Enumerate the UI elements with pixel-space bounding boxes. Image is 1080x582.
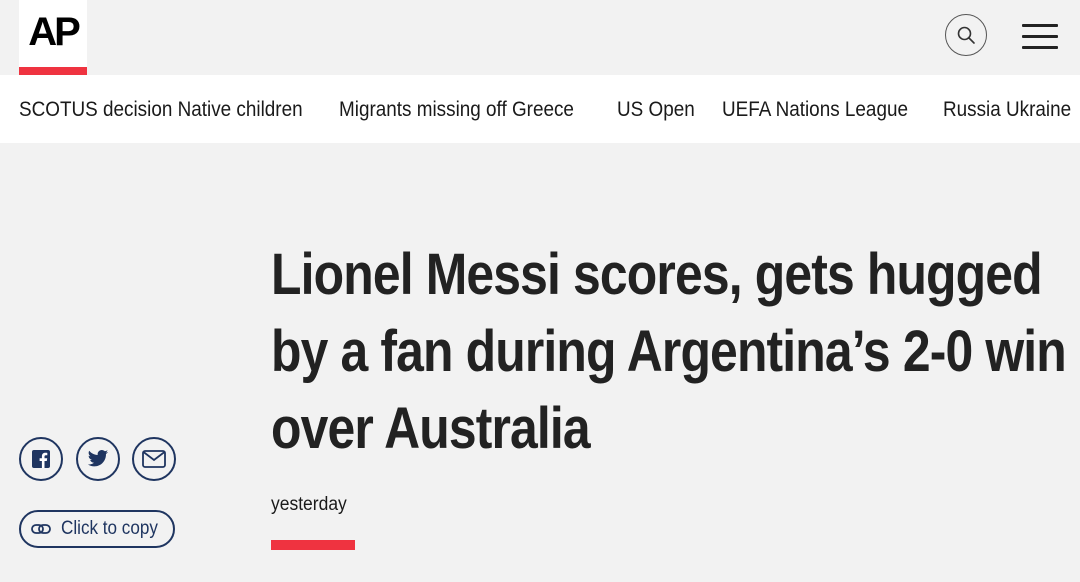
nav-item-uefa[interactable]: UEFA Nations League — [722, 97, 908, 123]
nav-item-russia-ukraine[interactable]: Russia Ukraine — [943, 97, 1071, 123]
copy-link-label: Click to copy — [61, 518, 158, 539]
nav-item-scotus[interactable]: SCOTUS decision Native children — [19, 97, 303, 123]
email-icon — [142, 450, 166, 468]
copy-link-button[interactable]: Click to copy — [19, 510, 175, 548]
nav-item-us-open[interactable]: US Open — [617, 97, 695, 123]
article-timestamp: yesterday — [271, 494, 347, 515]
logo-text: AP — [28, 10, 81, 54]
hamburger-menu-icon — [1022, 35, 1058, 38]
headline-line: by a fan during Argentina’s 2-0 win — [271, 319, 1067, 384]
share-email-button[interactable] — [132, 437, 176, 481]
search-button[interactable] — [945, 14, 987, 56]
logo-accent-bar — [19, 67, 87, 75]
link-icon — [31, 524, 51, 534]
menu-button[interactable] — [1022, 22, 1058, 50]
headline-accent-bar — [271, 540, 355, 550]
facebook-icon — [32, 450, 50, 468]
trending-nav: SCOTUS decision Native children Migrants… — [0, 75, 1080, 143]
twitter-icon — [87, 450, 109, 467]
share-twitter-button[interactable] — [76, 437, 120, 481]
search-icon — [957, 26, 975, 44]
headline-line: over Australia — [271, 396, 591, 461]
site-header: AP — [0, 0, 1080, 75]
hamburger-menu-icon — [1022, 24, 1058, 27]
ap-logo[interactable]: AP — [19, 0, 87, 75]
hamburger-menu-icon — [1022, 46, 1058, 49]
headline-line: Lionel Messi scores, gets hugged — [271, 242, 1043, 307]
nav-item-migrants[interactable]: Migrants missing off Greece — [339, 97, 574, 123]
article-headline: Lionel Messi scores, gets hugged by a fa… — [271, 236, 1067, 467]
share-facebook-button[interactable] — [19, 437, 63, 481]
